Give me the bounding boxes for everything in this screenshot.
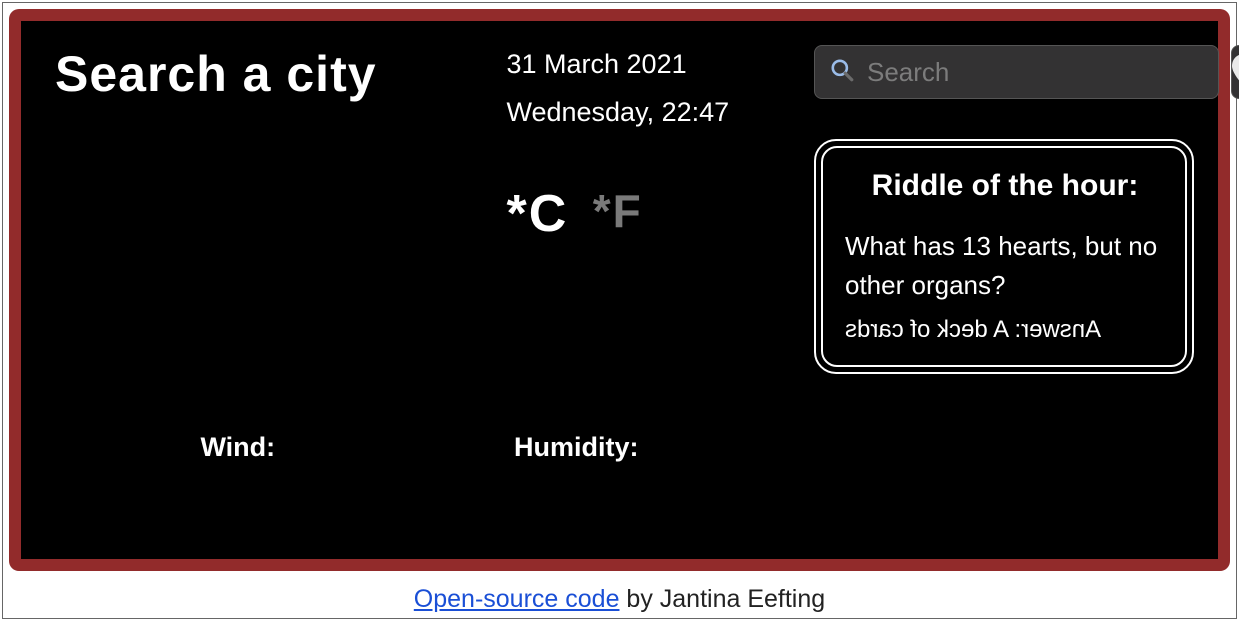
wind-label: Wind: [200, 432, 275, 463]
geolocate-button[interactable] [1231, 45, 1239, 99]
fahrenheit-button[interactable]: *F [593, 185, 643, 237]
search-box[interactable] [814, 45, 1219, 99]
search-input[interactable] [865, 56, 1204, 89]
left-column: Search a city [21, 21, 506, 559]
weather-card: Search a city 31 March 2021 Wednesday, 2… [9, 9, 1230, 571]
date-text: 31 March 2021 [506, 49, 810, 80]
open-source-link[interactable]: Open-source code [414, 585, 620, 613]
page-title: Search a city [55, 45, 496, 103]
riddle-title: Riddle of the hour: [845, 166, 1165, 205]
celsius-button[interactable]: *C [506, 185, 568, 243]
right-column: Riddle of the hour: What has 13 hearts, … [810, 21, 1218, 559]
footer: Open-source code by Jantina Eefting [3, 577, 1236, 618]
humidity-label: Humidity: [514, 432, 639, 463]
location-pin-icon [1232, 54, 1239, 91]
riddle-question: What has 13 hearts, but no other organs? [845, 227, 1165, 305]
riddle-answer: Answer: A deck of cards [845, 313, 1165, 347]
riddle-panel: Riddle of the hour: What has 13 hearts, … [814, 139, 1194, 374]
center-column: 31 March 2021 Wednesday, 22:47 *C *F [506, 21, 810, 559]
search-icon [829, 57, 855, 88]
riddle-inner: Riddle of the hour: What has 13 hearts, … [821, 146, 1187, 367]
app-window: Search a city 31 March 2021 Wednesday, 2… [2, 2, 1237, 619]
unit-toggle: *C *F [506, 184, 810, 244]
stats-row: Wind: Humidity: [81, 432, 758, 463]
search-row [814, 45, 1194, 99]
day-time-text: Wednesday, 22:47 [506, 94, 810, 130]
footer-author: by Jantina Eefting [619, 585, 825, 613]
